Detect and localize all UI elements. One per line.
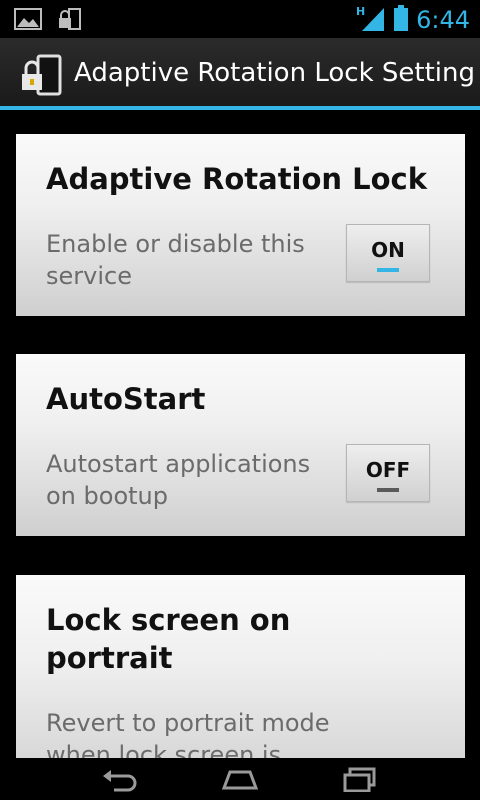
recent-apps-icon[interactable]: [340, 766, 380, 793]
setting-title: Adaptive Rotation Lock: [46, 162, 428, 196]
battery-icon: [394, 5, 409, 35]
navigation-bar: [0, 758, 480, 800]
settings-list: Adaptive Rotation Lock Enable or disable…: [0, 110, 480, 758]
toggle-indicator: [377, 268, 399, 272]
toggle-label: ON: [371, 238, 405, 262]
gallery-notification-icon: [14, 8, 42, 34]
back-icon[interactable]: [100, 766, 140, 792]
adaptive-rotation-lock-toggle[interactable]: ON: [346, 224, 430, 282]
home-icon[interactable]: [220, 766, 260, 792]
network-type-label: H: [356, 5, 365, 18]
status-time: 6:44: [416, 6, 470, 34]
setting-adaptive-rotation-lock[interactable]: Adaptive Rotation Lock Enable or disable…: [16, 134, 465, 316]
action-bar-title: Adaptive Rotation Lock Setting: [74, 58, 475, 88]
status-bar: H 6:44: [0, 0, 480, 38]
setting-title: Lock screen on portrait: [46, 603, 291, 675]
setting-lock-screen-portrait[interactable]: Lock screen on portrait Revert to portra…: [16, 575, 465, 758]
setting-autostart[interactable]: AutoStart Autostart applications on boot…: [16, 354, 465, 536]
action-bar: Adaptive Rotation Lock Setting: [0, 38, 480, 110]
setting-summary: Enable or disable this service: [46, 230, 305, 290]
autostart-toggle[interactable]: OFF: [346, 444, 430, 502]
toggle-label: OFF: [365, 458, 411, 482]
signal-icon: H: [356, 4, 386, 36]
toggle-indicator: [377, 488, 399, 492]
screen: H 6:44 Adaptive Rotation Lock Setting Ad…: [0, 0, 480, 800]
setting-title: AutoStart: [46, 382, 206, 416]
setting-summary: Autostart applications on bootup: [46, 450, 311, 510]
setting-summary: Revert to portrait mode when lock screen…: [46, 709, 330, 758]
lock-notification-icon: [56, 7, 82, 35]
rotation-lock-app-icon[interactable]: [18, 52, 66, 100]
